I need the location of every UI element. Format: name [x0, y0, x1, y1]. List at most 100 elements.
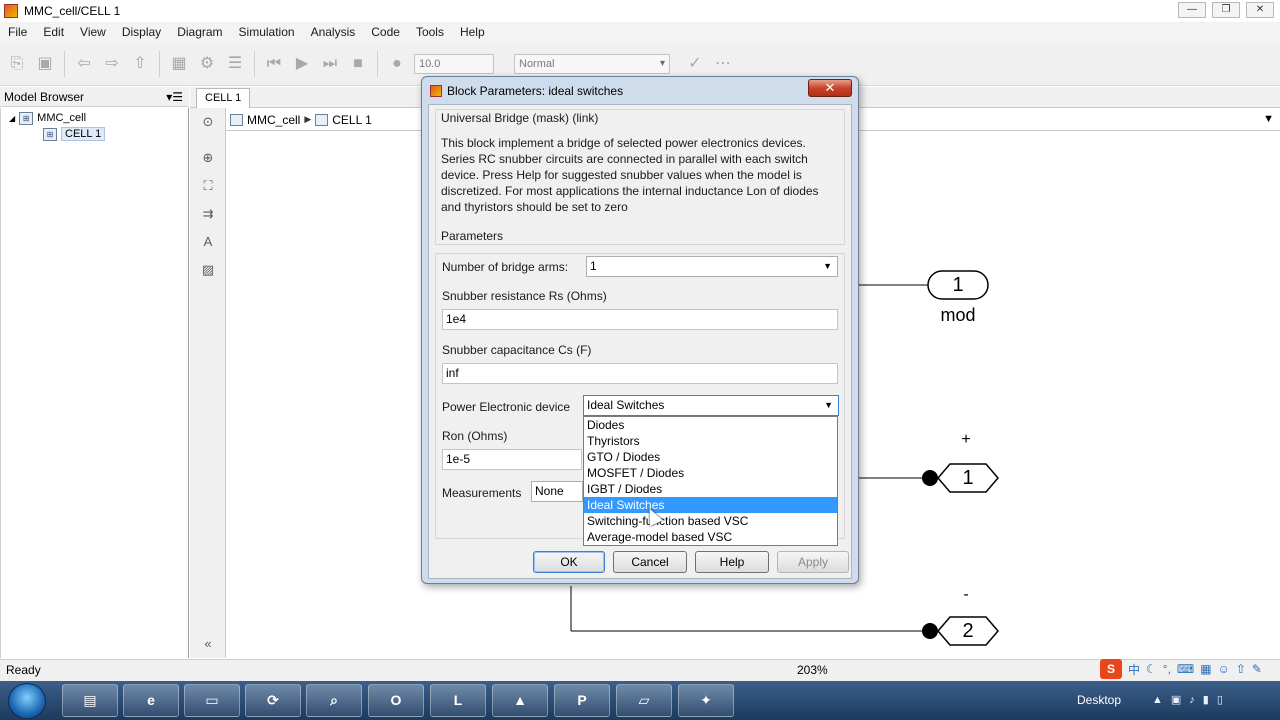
taskbar-search-icon[interactable]: ⌕	[306, 684, 362, 717]
step-back-icon[interactable]: ⏮	[263, 53, 285, 75]
device-select[interactable]: Ideal Switches ▼	[583, 395, 839, 416]
collapse-panel-icon[interactable]: «	[200, 636, 216, 652]
tree-item-label-selected: CELL 1	[61, 127, 106, 141]
snubber-cs-label: Snubber capacitance Cs (F)	[442, 343, 592, 357]
taskbar: ▤ e ▭ ⟳ ⌕ O L ▲ P ▱ ✦ Desktop ▲▣♪▮▯	[0, 681, 1280, 720]
device-option-mosfet[interactable]: MOSFET / Diodes	[584, 465, 837, 481]
stop-time-field[interactable]: 10.0	[414, 53, 494, 74]
tree-item-child[interactable]: ⊞ CELL 1	[43, 126, 106, 142]
simulation-mode-select[interactable]: Normal	[514, 53, 670, 74]
model-advisor-check-icon[interactable]: ✓	[684, 53, 706, 75]
device-option-diodes[interactable]: Diodes	[584, 417, 837, 433]
snubber-rs-input[interactable]: 1e4	[442, 309, 838, 330]
cancel-button[interactable]: Cancel	[613, 551, 687, 573]
device-option-ideal-switches[interactable]: Ideal Switches	[584, 497, 837, 513]
connection-dot-minus	[922, 623, 938, 639]
ime-mode-toggle[interactable]: 中	[1128, 661, 1140, 678]
ime-wrench-icon[interactable]: ✎	[1252, 662, 1262, 676]
toolbar-separator	[377, 50, 378, 77]
window-controls: — ❐ ✕	[1178, 2, 1274, 18]
taskbar-internet-explorer-icon[interactable]: e	[123, 684, 179, 717]
simulink-app-icon	[4, 4, 18, 18]
annotation-icon[interactable]: A	[200, 234, 216, 250]
device-option-switching-function-vsc[interactable]: Switching-function based VSC	[584, 513, 837, 529]
fit-to-view-icon[interactable]: ⛶	[200, 178, 216, 194]
taskbar-sync-icon[interactable]: ⟳	[245, 684, 301, 717]
taskbar-powerpoint-icon[interactable]: P	[554, 684, 610, 717]
tab-cell-1[interactable]: CELL 1	[196, 88, 251, 108]
breadcrumb-dropdown-icon[interactable]: ▼	[1263, 113, 1274, 125]
step-forward-icon[interactable]: ⏭	[319, 53, 341, 75]
tray-desktop-label[interactable]: Desktop	[1077, 693, 1121, 707]
taskbar-recorder-icon[interactable]: ✦	[678, 684, 734, 717]
breadcrumb-child[interactable]: CELL 1	[332, 113, 372, 127]
model-explorer-icon[interactable]: ☰	[224, 53, 246, 75]
menu-diagram[interactable]: Diagram	[169, 25, 230, 39]
menu-file[interactable]: File	[0, 25, 35, 39]
ime-skin-icon[interactable]: ▦	[1200, 662, 1211, 676]
ime-punctuation-icon[interactable]: °,	[1163, 662, 1171, 676]
save-icon[interactable]: ▣	[34, 53, 56, 75]
taskbar-document-icon[interactable]: ▱	[616, 684, 672, 717]
run-icon[interactable]: ▶	[291, 53, 313, 75]
model-browser-header: Model Browser ▾☰	[0, 87, 189, 107]
taskbar-folder-icon[interactable]: ▭	[184, 684, 240, 717]
menu-analysis[interactable]: Analysis	[303, 25, 364, 39]
menu-simulation[interactable]: Simulation	[231, 25, 303, 39]
tray-icons[interactable]: ▲▣♪▮▯	[1152, 693, 1231, 706]
back-arrow-icon[interactable]: ⇦	[73, 53, 95, 75]
help-button[interactable]: Help	[695, 551, 769, 573]
model-config-gear-icon[interactable]: ⚙	[196, 53, 218, 75]
dialog-title: Block Parameters: ideal switches	[447, 84, 624, 98]
forward-arrow-icon[interactable]: ⇨	[101, 53, 123, 75]
ime-keyboard-icon[interactable]: ⌨	[1177, 662, 1194, 676]
tree-expand-icon[interactable]: ◢	[9, 114, 15, 123]
zoom-icon[interactable]: ⊕	[200, 150, 216, 166]
taskbar-file-explorer-icon[interactable]: ▤	[62, 684, 118, 717]
taskbar-lync-icon[interactable]: L	[430, 684, 486, 717]
measurements-select[interactable]: None	[531, 481, 583, 502]
breadcrumb-root[interactable]: MMC_cell	[247, 113, 300, 127]
ron-input[interactable]: 1e-5	[442, 449, 582, 470]
menu-edit[interactable]: Edit	[35, 25, 72, 39]
model-browser-menu-icon[interactable]: ▾☰	[166, 90, 183, 104]
ime-moon-icon[interactable]: ☾	[1146, 662, 1157, 676]
minimize-button[interactable]: —	[1178, 2, 1206, 18]
restore-button[interactable]: ❐	[1212, 2, 1240, 18]
device-option-thyristors[interactable]: Thyristors	[584, 433, 837, 449]
taskbar-matlab-icon[interactable]: ▲	[492, 684, 548, 717]
menu-help[interactable]: Help	[452, 25, 493, 39]
parameters-label: Parameters	[441, 229, 504, 243]
library-browser-icon[interactable]: ▦	[168, 53, 190, 75]
hide-browser-icon[interactable]: ⊙	[200, 114, 216, 130]
dialog-close-button[interactable]: ✕	[808, 79, 852, 97]
menu-view[interactable]: View	[72, 25, 114, 39]
device-option-gto[interactable]: GTO / Diodes	[584, 449, 837, 465]
bridge-arms-select[interactable]: 1 ▼	[586, 256, 838, 277]
ok-button[interactable]: OK	[533, 551, 605, 573]
menu-tools[interactable]: Tools	[408, 25, 452, 39]
stop-icon[interactable]: ■	[347, 53, 369, 75]
ime-user-icon[interactable]: ☺	[1218, 662, 1230, 676]
menu-code[interactable]: Code	[363, 25, 408, 39]
record-icon[interactable]: ●	[386, 53, 408, 75]
arrow-tool-icon[interactable]: ⇉	[200, 206, 216, 222]
conn-port-minus-label: -	[963, 586, 969, 603]
menu-display[interactable]: Display	[114, 25, 169, 39]
image-icon[interactable]: ▨	[200, 262, 216, 278]
snubber-cs-input[interactable]: inf	[442, 363, 838, 384]
close-window-button[interactable]: ✕	[1246, 2, 1274, 18]
canvas-tool-column: ⊙ ⊕ ⛶ ⇉ A ▨ «	[190, 108, 226, 658]
start-button[interactable]	[8, 683, 46, 719]
tree-item-root[interactable]: ◢ ⊞ MMC_cell	[9, 110, 86, 126]
device-option-igbt[interactable]: IGBT / Diodes	[584, 481, 837, 497]
build-grid-icon[interactable]: ⋯	[712, 53, 734, 75]
menu-bar: File Edit View Display Diagram Simulatio…	[0, 22, 1280, 42]
apply-button[interactable]: Apply	[777, 551, 849, 573]
device-option-average-model-vsc[interactable]: Average-model based VSC	[584, 529, 837, 545]
ime-upload-icon[interactable]: ⇧	[1236, 662, 1246, 676]
ime-logo-icon[interactable]: S	[1100, 659, 1122, 679]
taskbar-outlook-icon[interactable]: O	[368, 684, 424, 717]
up-arrow-icon[interactable]: ⇧	[129, 53, 151, 75]
new-model-icon[interactable]: ⎘	[6, 53, 28, 75]
